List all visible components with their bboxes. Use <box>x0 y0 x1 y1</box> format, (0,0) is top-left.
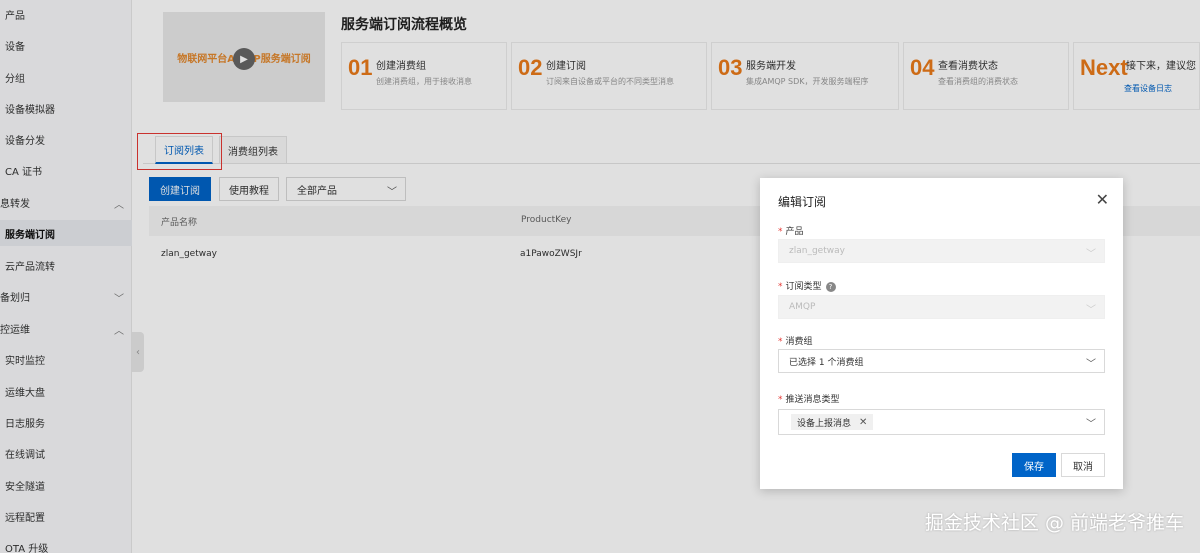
help-icon[interactable]: ? <box>825 281 836 292</box>
required-mark: * <box>778 227 783 237</box>
field-label-text: 消费组 <box>785 337 813 347</box>
chevron-down-icon: ﹀ <box>1086 359 1096 370</box>
save-button[interactable]: 保存 <box>1012 453 1056 477</box>
field-label-text: 产品 <box>785 227 804 237</box>
tag-label: 设备上报消息 <box>797 418 852 429</box>
push-message-type-label: * 推送消息类型 <box>778 392 840 405</box>
dialog-title: 编辑订阅 <box>778 195 827 209</box>
product-value: zlan_getway <box>789 246 845 256</box>
subscription-type-select: AMQP ﹀ <box>778 295 1105 319</box>
consumer-group-value: 已选择 1 个消费组 <box>789 357 864 368</box>
cancel-button[interactable]: 取消 <box>1061 453 1105 477</box>
message-type-tag: 设备上报消息 ✕ <box>791 414 874 430</box>
field-label-text: 推送消息类型 <box>785 395 840 405</box>
close-icon[interactable]: ✕ <box>1096 190 1109 209</box>
required-mark: * <box>778 337 783 347</box>
edit-subscription-dialog: 编辑订阅 ✕ * 产品 zlan_getway ﹀ * 订阅类型? AMQP ﹀ *… <box>760 178 1123 489</box>
subscription-type-value: AMQP <box>789 302 816 312</box>
consumer-group-select[interactable]: 已选择 1 个消费组 ﹀ <box>778 349 1105 373</box>
subscription-type-label: * 订阅类型? <box>778 279 836 292</box>
tag-remove-icon[interactable]: ✕ <box>859 417 867 428</box>
watermark: 掘金技术社区 @ 前端老爷推车 <box>924 512 1184 534</box>
required-mark: * <box>778 282 783 292</box>
consumer-group-label: * 消费组 <box>778 334 813 347</box>
field-label-text: 订阅类型 <box>785 282 822 292</box>
chevron-down-icon: ﹀ <box>1086 305 1096 316</box>
chevron-down-icon: ﹀ <box>1086 419 1096 430</box>
chevron-down-icon: ﹀ <box>1086 249 1096 260</box>
push-message-type-select[interactable]: 设备上报消息 ✕ ﹀ <box>778 409 1105 435</box>
product-label: * 产品 <box>778 224 804 237</box>
required-mark: * <box>778 395 783 405</box>
product-select: zlan_getway ﹀ <box>778 239 1105 263</box>
